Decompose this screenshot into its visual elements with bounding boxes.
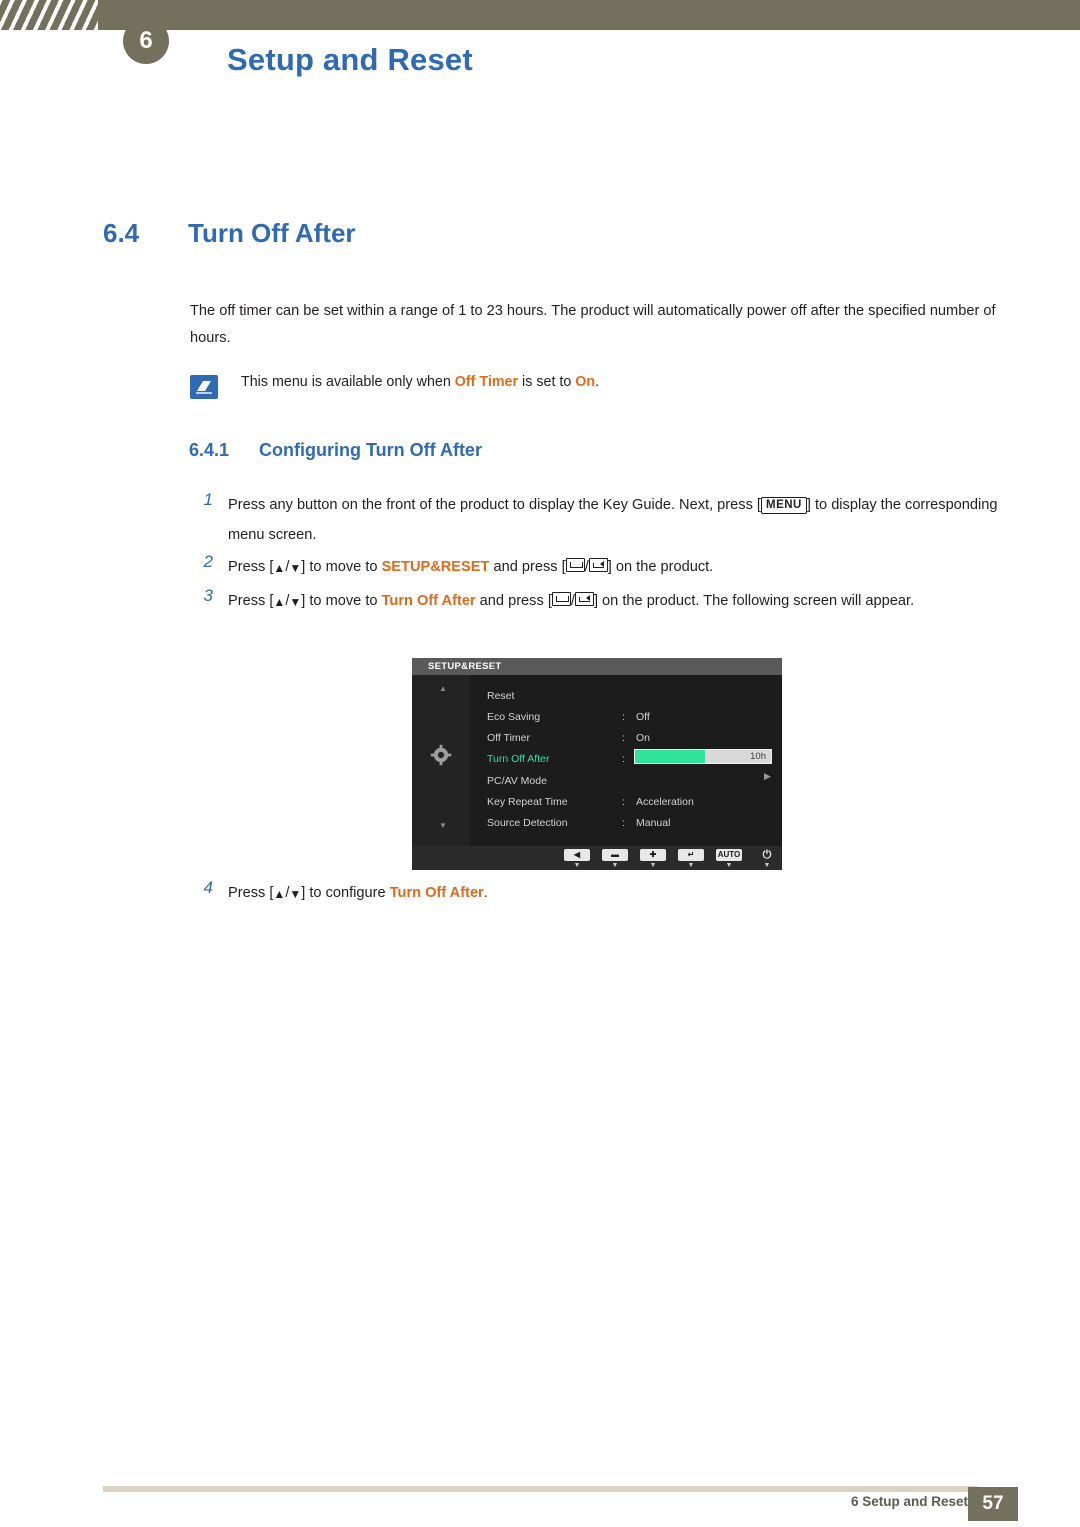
page-number: 57 [968,1487,1018,1521]
step-1-text: Press any button on the front of the pro… [228,490,1013,550]
up-arrow-icon: ▲ [273,561,286,575]
step-3-number: 3 [203,586,213,605]
note-text-middle: is set to [518,374,576,390]
intro-paragraph: The off timer can be set within a range … [190,303,996,346]
osd-button-auto-caret: ▼ [725,862,733,869]
step-2-text-a: Press [ [228,559,274,575]
osd-title: SETUP&RESET [412,658,782,675]
note-glyph [196,381,212,394]
osd-button-plus[interactable]: ✚ [640,849,666,861]
step-4-text-b: ] to configure [301,885,390,901]
return-box-icon [574,592,594,606]
osd-row-off-timer-colon: : [622,732,625,744]
slider-fill [635,750,705,763]
note-text: This menu is available only when Off Tim… [241,374,599,390]
down-arrow-icon: ▼ [289,887,302,901]
step-3-text-a: Press [ [228,593,274,609]
step-3-text: Press [▲/▼] to move to Turn Off After an… [228,586,1013,617]
osd-button-power[interactable]: ⏻ [754,849,780,861]
step-1-text-a: Press any button on the front of the pro… [228,497,761,513]
chapter-number: 6 [139,27,153,54]
osd-button-enter[interactable]: ↵ [678,849,704,861]
step-3-text-d: ] on the product. The following screen w… [593,593,915,609]
osd-button-plus-caret: ▼ [649,862,657,869]
step-4-text-a: Press [ [228,885,274,901]
osd-row-key-repeat-time-label[interactable]: Key Repeat Time [487,796,568,808]
step-2-text-b: ] to move to [301,559,382,575]
osd-row-pc-av-mode-label[interactable]: PC/AV Mode [487,775,547,787]
chapter-badge: 6 [123,18,169,64]
subsection-title: Configuring Turn Off After [259,440,482,460]
step-3-text-c: and press [ [475,593,552,609]
osd-button-auto[interactable]: AUTO [716,849,742,861]
osd-row-turn-off-after-label[interactable]: Turn Off After [487,753,549,765]
step-4-text: Press [▲/▼] to configure Turn Off After. [228,878,1013,909]
section-number: 6.4 [103,218,140,248]
note-icon [190,375,218,399]
step-4-highlight: Turn Off After [389,885,484,901]
turn-off-after-slider[interactable]: 10h [634,749,772,764]
step-1-number: 1 [203,490,213,509]
osd-row-eco-saving-colon: : [622,711,625,723]
osd-button-minus[interactable]: ▬ [602,849,628,861]
chevron-right-icon: ▶ [764,771,771,781]
note-text-after: . [595,374,600,390]
osd-row-off-timer-label[interactable]: Off Timer [487,732,530,744]
enter-box-icon [565,558,585,572]
step-2-number: 2 [203,552,213,571]
down-arrow-icon: ▼ [289,561,302,575]
footer-divider [103,1486,977,1492]
osd-button-enter-caret: ▼ [687,862,695,869]
enter-box-icon [551,592,571,606]
header-hatch-decoration [0,0,98,30]
menu-key-label: MENU [760,497,807,514]
up-arrow-icon: ▲ [273,595,286,609]
gear-icon [430,744,452,766]
section-title: Turn Off After [188,218,356,248]
slider-value: 10h [750,751,766,762]
note-highlight-off-timer: Off Timer [454,374,519,390]
subsection-number: 6.4.1 [189,440,230,460]
osd-row-eco-saving-value: Off [636,711,650,723]
footer-chapter-label: 6 Setup and Reset [850,1494,968,1509]
osd-button-back[interactable]: ◀ [564,849,590,861]
osd-row-source-detection-colon: : [622,817,625,829]
step-3-text-b: ] to move to [301,593,382,609]
osd-button-back-caret: ▼ [573,862,581,869]
osd-row-source-detection-label[interactable]: Source Detection [487,817,568,829]
osd-row-key-repeat-time-value: Acceleration [636,796,694,808]
osd-row-key-repeat-time-colon: : [622,796,625,808]
step-2-highlight: SETUP&RESET [381,559,490,575]
osd-button-power-caret: ▼ [763,862,771,869]
return-box-icon [588,558,608,572]
osd-scroll-up-icon: ▲ [439,684,447,693]
osd-row-turn-off-after-colon: : [622,753,625,765]
step-4-number: 4 [203,878,213,897]
note-highlight-on: On [575,374,596,390]
osd-row-reset-label[interactable]: Reset [487,690,514,702]
step-2-text-c: and press [ [489,559,566,575]
step-2-text-d: ] on the product. [607,559,714,575]
down-arrow-icon: ▼ [289,595,302,609]
osd-row-eco-saving-label[interactable]: Eco Saving [487,711,540,723]
step-3-highlight: Turn Off After [381,593,476,609]
osd-row-off-timer-value: On [636,732,651,744]
osd-button-minus-caret: ▼ [611,862,619,869]
note-text-before: This menu is available only when [241,374,455,390]
osd-button-bar: ◀ ▼ ▬ ▼ ✚ ▼ ↵ ▼ AUTO ▼ ⏻ ▼ [412,846,782,870]
page-title: Setup and Reset [227,42,473,77]
step-4-text-c: . [483,885,488,901]
osd-scroll-down-icon: ▼ [439,821,447,830]
osd-screenshot: SETUP&RESET ▲ ▼ Reset Eco Saving : Off O… [412,658,782,870]
osd-row-source-detection-value: Manual [636,817,671,829]
up-arrow-icon: ▲ [273,887,286,901]
step-2-text: Press [▲/▼] to move to SETUP&RESET and p… [228,552,1013,583]
